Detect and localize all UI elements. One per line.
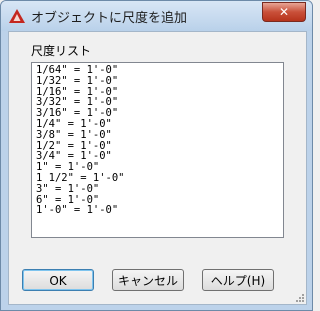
- list-item[interactable]: 1/32" = 1'-0": [36, 75, 125, 87]
- list-item[interactable]: 1'-0" = 1'-0": [36, 205, 125, 216]
- cancel-button[interactable]: キャンセル: [112, 269, 184, 291]
- app-icon: [9, 9, 25, 23]
- close-button[interactable]: ✕: [262, 2, 306, 22]
- dialog-body: 尺度リスト 1/64" = 1'-0" 1/32" = 1'-0" 1/16" …: [8, 31, 307, 305]
- resize-grip-icon[interactable]: [295, 293, 305, 303]
- scale-listbox[interactable]: 1/64" = 1'-0" 1/32" = 1'-0" 1/16" = 1'-0…: [31, 62, 284, 238]
- close-icon: ✕: [278, 5, 290, 19]
- help-button[interactable]: ヘルプ(H): [202, 269, 274, 291]
- window-title: オブジェクトに尺度を追加: [31, 11, 188, 26]
- list-item[interactable]: 3/8" = 1'-0": [36, 129, 125, 141]
- ok-button[interactable]: OK: [22, 269, 94, 291]
- title-bar[interactable]: オブジェクトに尺度を追加 ✕: [1, 1, 312, 31]
- dialog-window: オブジェクトに尺度を追加 ✕ 尺度リスト 1/64" = 1'-0" 1/32"…: [0, 0, 313, 311]
- scale-list-label: 尺度リスト: [31, 44, 92, 58]
- list-item[interactable]: 3" = 1'-0": [36, 183, 125, 195]
- scale-list: 1/64" = 1'-0" 1/32" = 1'-0" 1/16" = 1'-0…: [36, 65, 125, 216]
